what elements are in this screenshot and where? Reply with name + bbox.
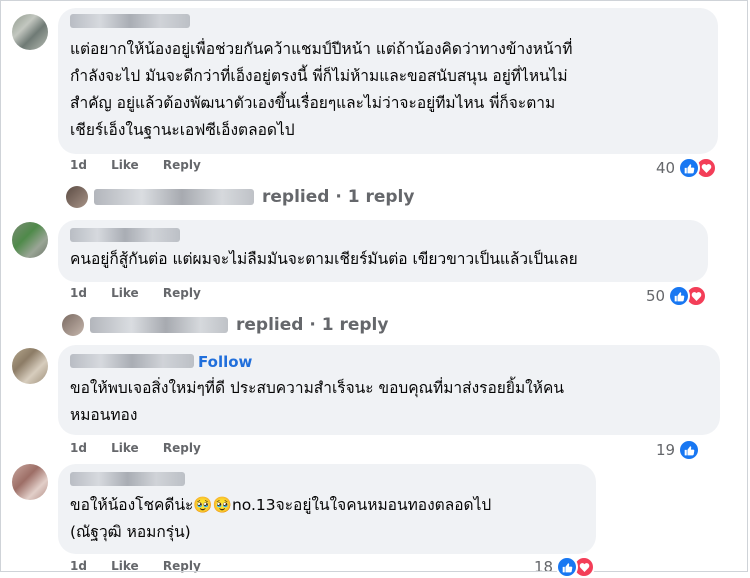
comment-bubble: ขอให้น้องโชคดีน่ะ🥹🥹no.13จะอยู่ในใจคนหมอน…	[58, 464, 596, 554]
comment-bubble: คนอยู่ก็สู้กันต่อ แต่ผมจะไม่ลืมมันจะตามเ…	[58, 220, 708, 282]
reply-button[interactable]: Reply	[163, 158, 201, 172]
comment-time[interactable]: 1d	[70, 158, 87, 172]
comment-text: ขอให้น้องโชคดีน่ะ🥹🥹no.13จะอยู่ในใจคนหมอน…	[70, 496, 492, 514]
comment-text: เชียร์เอ็งในฐานะเอฟซีเอ็งตลอดไป	[70, 121, 295, 139]
thumbs-up-icon	[678, 157, 701, 179]
reply-button[interactable]: Reply	[163, 286, 201, 300]
reply-button[interactable]: Reply	[163, 441, 201, 455]
follow-button[interactable]: Follow	[198, 353, 252, 371]
comment-time[interactable]: 1d	[70, 559, 87, 573]
view-replies-link[interactable]: replied · 1 reply	[62, 314, 388, 336]
comment-actions: 1d Like Reply	[70, 559, 221, 573]
avatar[interactable]	[12, 14, 48, 50]
replier-name	[94, 189, 254, 205]
like-button[interactable]: Like	[111, 441, 139, 455]
commenter-name[interactable]	[70, 14, 190, 28]
comment-bubble: Follow ขอให้พบเจอสิ่งใหม่ๆที่ดี ประสบควา…	[58, 345, 720, 435]
reaction-summary[interactable]: 40	[656, 157, 718, 179]
reply-avatar	[62, 314, 84, 336]
reaction-count: 40	[656, 159, 676, 177]
comment-text: สำคัญ อยู่แล้วต้องพัฒนาตัวเองขึ้นเรื่อยๆ…	[70, 94, 556, 112]
reaction-count: 50	[646, 287, 666, 305]
like-button[interactable]: Like	[111, 158, 139, 172]
like-button[interactable]: Like	[111, 559, 139, 573]
thumbs-up-icon	[678, 439, 701, 461]
comment-text: แต่อยากให้น้องอยู่เพื่อช่วยกันคว้าแชมป์ป…	[70, 40, 573, 58]
comment-text: หมอนทอง	[70, 406, 138, 424]
view-replies-link[interactable]: replied · 1 reply	[66, 186, 414, 208]
replier-name	[90, 317, 228, 333]
comment-text: กำลังจะไป มันจะดีกว่าที่เอ็งอยู่ตรงนี้ พ…	[70, 67, 568, 85]
like-button[interactable]: Like	[111, 286, 139, 300]
commenter-name[interactable]	[70, 472, 185, 486]
reaction-count: 19	[656, 441, 676, 459]
avatar[interactable]	[12, 464, 48, 500]
avatar[interactable]	[12, 222, 48, 258]
thumbs-up-icon	[556, 556, 579, 578]
replies-count-text: replied · 1 reply	[236, 315, 389, 335]
comment-text: ขอให้พบเจอสิ่งใหม่ๆที่ดี ประสบความสำเร็จ…	[70, 379, 564, 397]
comment-bubble: แต่อยากให้น้องอยู่เพื่อช่วยกันคว้าแชมป์ป…	[58, 8, 718, 154]
comment-time[interactable]: 1d	[70, 441, 87, 455]
comment-actions: 1d Like Reply	[70, 158, 221, 172]
reaction-summary[interactable]: 50	[646, 285, 708, 307]
reaction-count: 18	[534, 558, 554, 576]
comment-text: คนอยู่ก็สู้กันต่อ แต่ผมจะไม่ลืมมันจะตามเ…	[70, 250, 578, 268]
comment-time[interactable]: 1d	[70, 286, 87, 300]
commenter-name[interactable]	[70, 228, 180, 242]
comment-text: (ณัฐวุฒิ หอมกรุ่น)	[70, 523, 191, 541]
avatar[interactable]	[12, 348, 48, 384]
comment-actions: 1d Like Reply	[70, 441, 221, 455]
comment-actions: 1d Like Reply	[70, 286, 221, 300]
reply-avatar	[66, 186, 88, 208]
replies-count-text: replied · 1 reply	[262, 187, 415, 207]
reaction-summary[interactable]: 19	[656, 439, 701, 461]
reaction-summary[interactable]: 18	[534, 556, 596, 578]
commenter-name[interactable]	[70, 354, 194, 368]
reply-button[interactable]: Reply	[163, 559, 201, 573]
thumbs-up-icon	[668, 285, 691, 307]
